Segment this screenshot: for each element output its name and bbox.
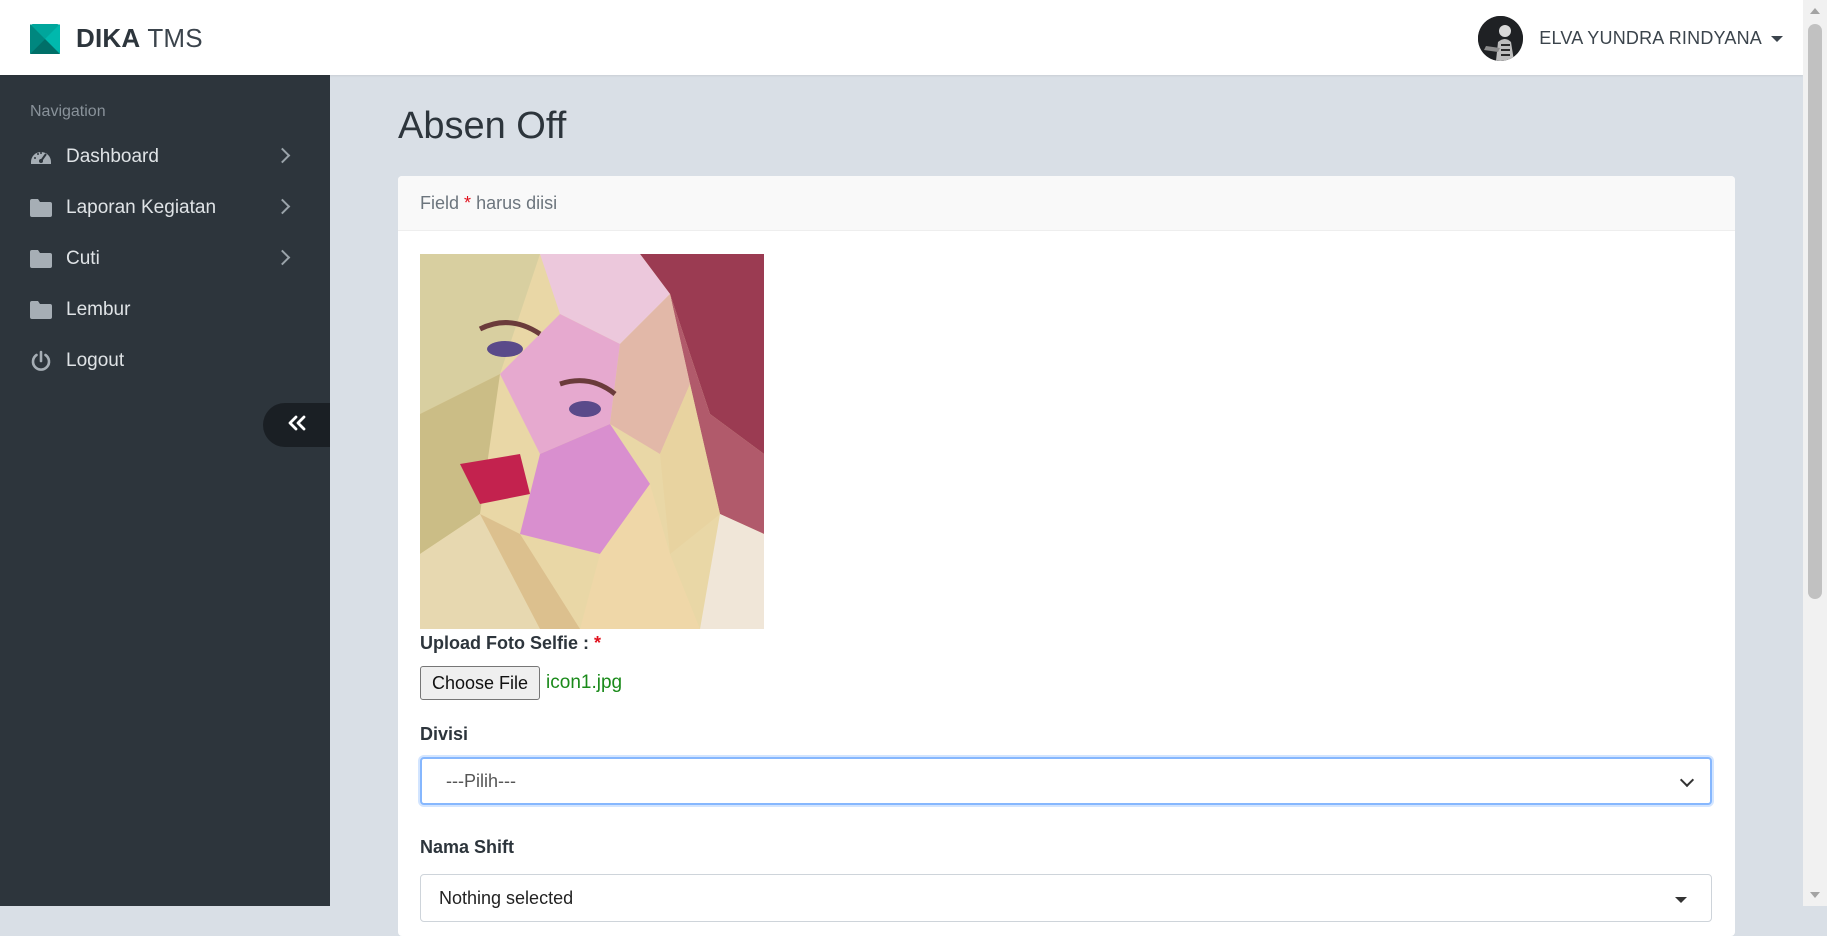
nama-shift-select-value: Nothing selected (439, 887, 574, 908)
sidebar-item-label: Cuti (66, 247, 100, 269)
divisi-select-value: ---Pilih--- (446, 770, 516, 791)
page-title: Absen Off (398, 105, 567, 147)
avatar (1478, 15, 1524, 61)
main-content: Absen Off Field * harus diisi Upload Fot… (330, 75, 1803, 936)
caret-down-icon (1771, 36, 1783, 42)
folder-icon (30, 299, 52, 321)
sidebar-item-label: Laporan Kegiatan (66, 196, 217, 218)
caret-down-icon (1675, 897, 1687, 903)
brand[interactable]: DIKA TMS (30, 23, 203, 54)
sidebar-item-dashboard[interactable]: Dashboard (0, 131, 330, 182)
sidebar-item-lembur[interactable]: Lembur (0, 284, 330, 335)
form-panel: Field * harus diisi Upload Foto Selfie:… (398, 176, 1735, 936)
sidebar-minify-button[interactable] (263, 403, 330, 447)
required-notice: Field * harus diisi (398, 176, 1735, 231)
brand-name-light: TMS (147, 23, 203, 53)
selfie-preview-image (420, 254, 764, 629)
sidebar-item-laporan-kegiatan[interactable]: Laporan Kegiatan (0, 182, 330, 233)
nav-header: Navigation (30, 103, 106, 120)
chevron-right-icon (274, 249, 291, 266)
chevron-down-icon (1679, 772, 1695, 788)
sidebar-item-label: Logout (66, 349, 125, 371)
gauge-icon (30, 146, 52, 168)
folder-icon (30, 197, 52, 219)
required-asterisk: * (594, 633, 602, 653)
sidebar-item-logout[interactable]: Logout (0, 335, 330, 386)
nama-shift-select[interactable]: Nothing selected (420, 874, 1712, 922)
choose-file-button[interactable]: Choose File (420, 666, 541, 700)
notice-prefix: Field (420, 192, 460, 213)
chevron-right-icon (274, 147, 291, 164)
folder-icon (30, 248, 52, 270)
sidebar: Navigation Dashboard Laporan Kegiatan Cu… (0, 75, 330, 906)
chevron-right-icon (274, 198, 291, 215)
power-icon (30, 350, 52, 372)
nama-shift-label: Nama Shift (420, 837, 515, 857)
scrollbar-thumb[interactable] (1808, 24, 1822, 599)
user-name: ELVA YUNDRA RINDYANA (1539, 27, 1762, 48)
selected-file-name: icon1.jpg (546, 672, 623, 693)
required-asterisk: * (464, 192, 472, 213)
page-scrollbar[interactable] (1803, 0, 1827, 906)
upload-label: Upload Foto Selfie : * (420, 633, 601, 654)
scroll-up-arrow-icon[interactable] (1810, 8, 1820, 14)
sidebar-item-label: Lembur (66, 298, 131, 320)
upload-label-text: Upload Foto Selfie : (420, 633, 589, 653)
double-chevron-left-icon (287, 415, 307, 436)
brand-logo-icon (30, 23, 60, 54)
sidebar-item-cuti[interactable]: Cuti (0, 233, 330, 284)
sidebar-item-label: Dashboard (66, 145, 159, 167)
user-menu[interactable]: ELVA YUNDRA RINDYANA (1478, 15, 1783, 61)
file-upload: Choose File icon1.jpg (420, 666, 622, 700)
divisi-select[interactable]: ---Pilih--- (420, 757, 1712, 805)
nav-list: Dashboard Laporan Kegiatan Cuti Lembur L… (0, 131, 330, 386)
top-header: DIKA TMS ELVA YUNDRA RINDYANA (0, 0, 1803, 75)
divisi-label: Divisi (420, 724, 469, 744)
scroll-down-arrow-icon[interactable] (1810, 892, 1820, 898)
brand-name: DIKA TMS (76, 23, 203, 54)
brand-name-bold: DIKA (76, 23, 141, 53)
notice-suffix: harus diisi (476, 192, 558, 213)
